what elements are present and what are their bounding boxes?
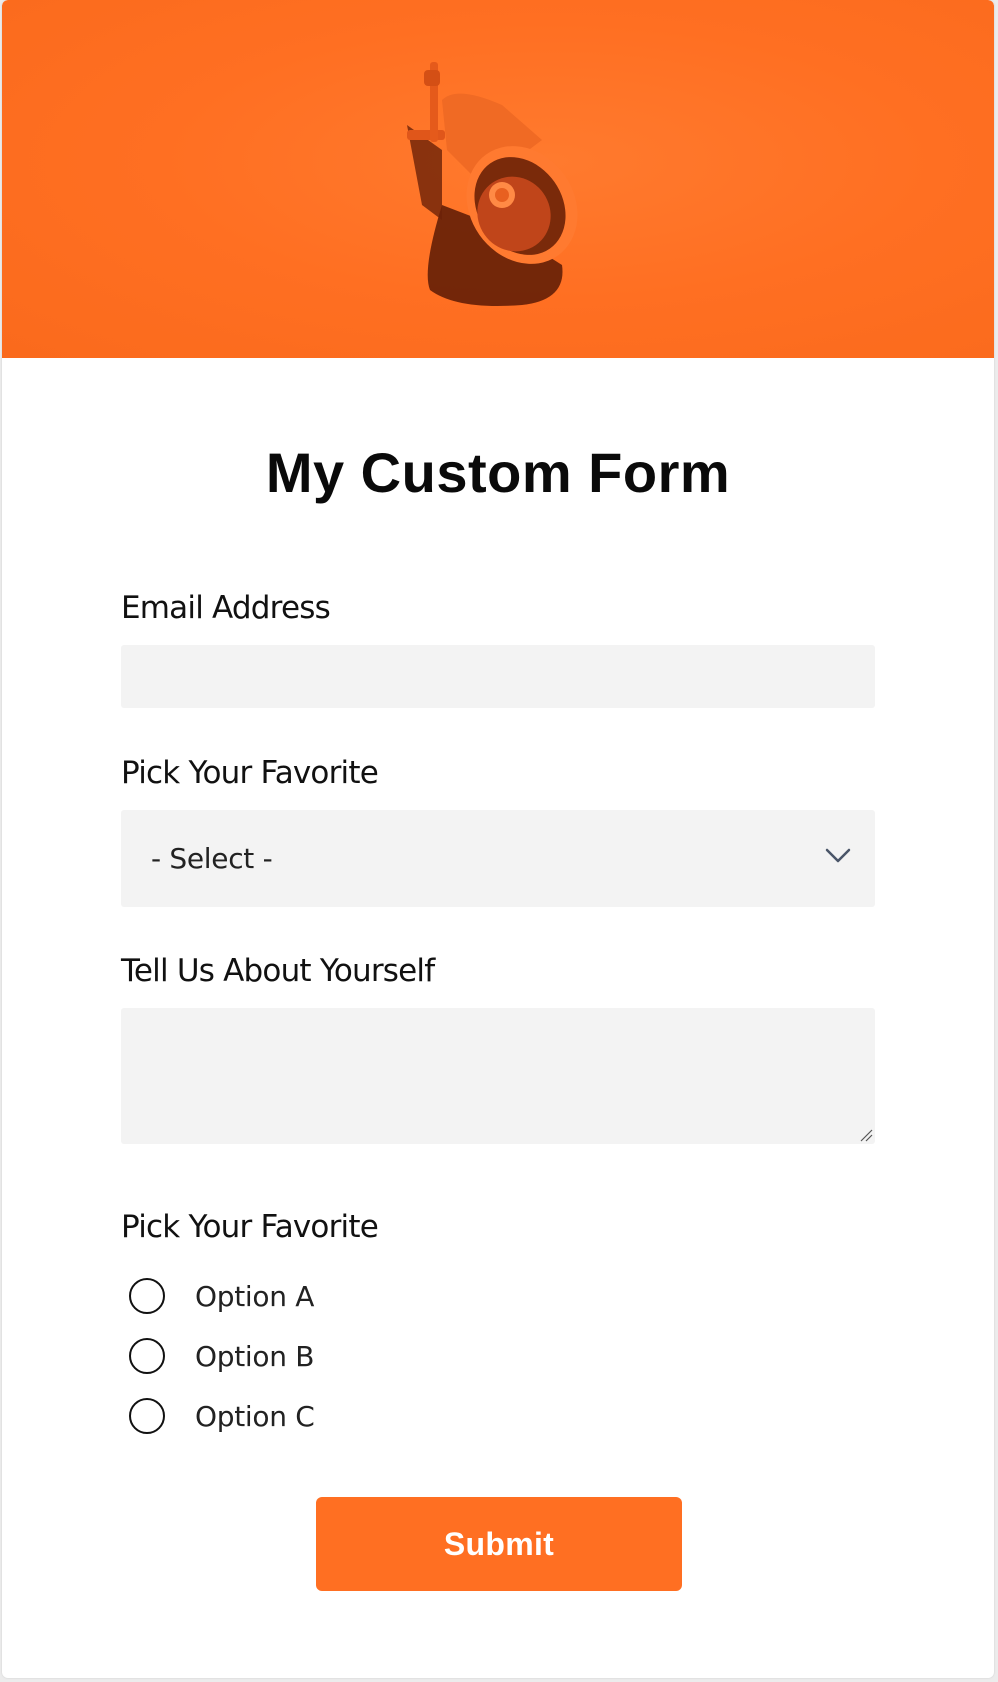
radio-option-label: Option A bbox=[195, 1279, 315, 1313]
hero-banner bbox=[2, 0, 994, 358]
about-textarea[interactable] bbox=[121, 1008, 875, 1144]
radio-button[interactable] bbox=[129, 1338, 165, 1374]
resize-handle-icon[interactable] bbox=[859, 1128, 873, 1142]
submit-button[interactable]: Submit bbox=[316, 1497, 682, 1591]
email-label: Email Address bbox=[121, 590, 331, 626]
select-label: Pick Your Favorite bbox=[121, 755, 379, 791]
about-label: Tell Us About Yourself bbox=[121, 953, 435, 989]
radio-option-label: Option C bbox=[195, 1399, 315, 1433]
radio-option-b[interactable]: Option B bbox=[129, 1336, 314, 1376]
form-card: My Custom Form Email Address Pick Your F… bbox=[2, 0, 994, 1678]
chevron-down-icon bbox=[825, 848, 851, 863]
radio-option-label: Option B bbox=[195, 1339, 315, 1373]
radio-option-a[interactable]: Option A bbox=[129, 1276, 314, 1316]
email-field[interactable] bbox=[121, 645, 875, 708]
radio-button[interactable] bbox=[129, 1278, 165, 1314]
form-title: My Custom Form bbox=[265, 441, 731, 504]
radio-group-label: Pick Your Favorite bbox=[121, 1209, 379, 1245]
radio-button[interactable] bbox=[129, 1398, 165, 1434]
radio-option-c[interactable]: Option C bbox=[129, 1396, 315, 1436]
megaphone-icon bbox=[407, 62, 578, 306]
select-value: - Select - bbox=[151, 842, 273, 875]
favorite-select[interactable]: - Select - bbox=[121, 810, 875, 907]
